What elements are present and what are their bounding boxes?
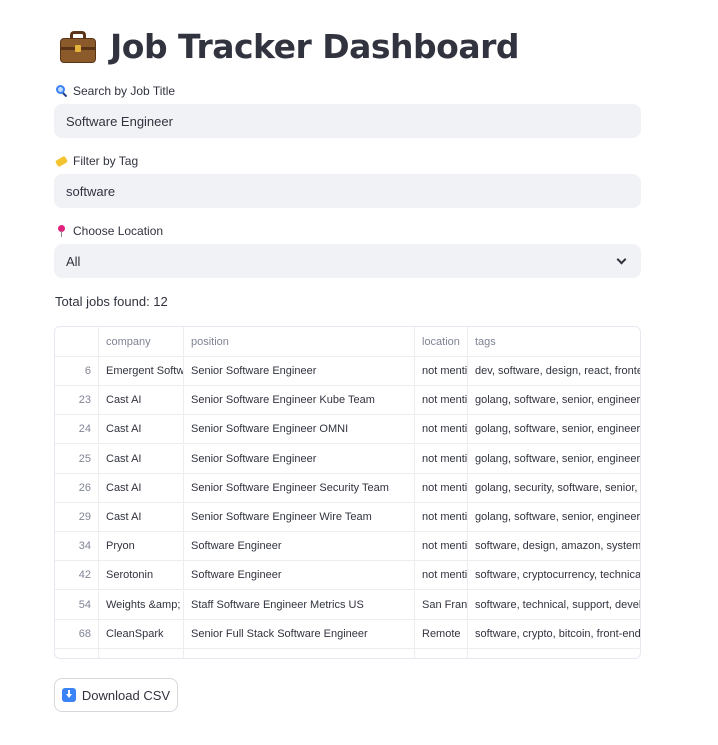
cell-company[interactable]: Cast AI [99,444,184,473]
cell-position[interactable]: Staff Software Engineer Metrics US [184,590,415,619]
table-row[interactable]: 34PryonSoftware Engineernot mentionedsof… [55,532,640,562]
cell-company[interactable]: Pryon [99,532,184,561]
page-header: Job Tracker Dashboard [58,26,520,66]
location-label: Choose Location [56,224,163,238]
table-row[interactable]: 26 Cast AI Senior Software Engineer Securi… [55,473,640,503]
search-label-text: Search by Job Title [73,84,176,98]
cell-index[interactable]: 68 [55,619,99,648]
cell-position[interactable]: Senior Software Engineer Wire Team [184,503,415,531]
cell-company[interactable]: Weights &amp; Biases [99,590,184,619]
location-label-text: Choose Location [73,224,164,238]
cell-company[interactable]: Emergent Software [99,357,184,385]
cell-company[interactable] [99,649,184,658]
table-row[interactable]: 25 Cast AI Senior Software Engineer not men… [55,444,640,474]
cell-location[interactable]: not mentioned [415,357,468,385]
download-icon [61,688,76,702]
cell-position[interactable]: Software Engineer [184,561,415,590]
location-selected-value: All [66,253,81,269]
cell-location[interactable]: San Francisco [415,590,468,619]
cell-tags[interactable] [468,649,640,658]
cell-location[interactable]: not mentioned [415,503,468,531]
cell-position[interactable]: Senior Software Engineer Kube Team [184,386,415,415]
cell-position[interactable] [184,649,415,658]
cell-position[interactable]: Senior Full Stack Software Engineer [184,619,415,648]
cell-index[interactable]: 26 [55,473,99,502]
column-header-location[interactable]: location [415,327,468,356]
cell-tags[interactable]: golang, software, senior, engineer [468,445,640,473]
download-csv-button[interactable]: Download CSV [54,678,178,712]
cell-index[interactable]: 54 [55,590,99,619]
cell-location[interactable]: not mentioned [415,444,468,473]
column-header-index [55,327,99,356]
cell-tags[interactable]: software, technical, support, developer [468,591,640,619]
cell-location[interactable]: not mentioned [415,415,468,444]
tag-filter-input[interactable]: software [54,174,641,208]
table-header-row: company position location tags [55,327,640,357]
cell-position[interactable]: Senior Software Engineer OMNI [184,415,415,444]
cell-company[interactable]: Cast AI [99,473,184,502]
tag-filter-label-text: Filter by Tag [73,154,139,168]
table-row[interactable] [55,649,640,658]
table-row[interactable]: 6Emergent SoftwareSenior Software Engine… [55,357,640,386]
cell-index[interactable]: 42 [55,561,99,590]
table-row[interactable]: 24 Cast AI Senior Software Engineer OMNI no… [55,415,640,445]
search-input-value: Software Engineer [66,113,173,129]
jobs-table[interactable]: company position location tags 6 Emergent… [54,326,641,659]
tag-filter-label: Filter by Tag [54,154,139,168]
cell-position[interactable]: Senior Software Engineer [184,357,415,385]
table-row[interactable]: 54Weights &amp; BiasesStaff Software Eng… [55,590,640,620]
cell-location[interactable]: not mentioned [415,386,468,415]
cell-location[interactable]: not mentioned [415,473,468,502]
table-row[interactable]: 42SerotoninSoftware Engineernot mentione… [55,561,640,591]
cell-position[interactable]: Software Engineer [184,532,415,561]
search-label: Search by Job Title [56,84,175,98]
cell-index[interactable]: 34 [55,532,99,561]
cell-position[interactable]: Senior Software Engineer [184,444,415,473]
download-csv-label: Download CSV [81,687,171,703]
cell-location[interactable]: Remote [415,619,468,648]
cell-tags[interactable]: golang, software, senior, engineer [468,415,640,443]
cell-tags[interactable]: golang, software, senior, engineer [468,503,640,531]
table-row[interactable]: 29 Cast AI Senior Software Engineer Wire T… [55,503,640,532]
chevron-down-icon[interactable] [616,254,627,264]
cell-index[interactable] [55,649,99,658]
column-header-company[interactable]: company [99,327,184,356]
tag-icon [54,155,69,168]
column-header-position[interactable]: position [184,327,415,356]
location-select[interactable]: All [54,244,641,278]
cell-tags[interactable]: golang, software, senior, engineer [468,386,640,414]
cell-index[interactable]: 6 [55,357,99,385]
pin-icon [56,225,68,237]
cell-company[interactable]: Serotonin [99,561,184,590]
cell-index[interactable]: 23 [55,386,99,415]
cell-tags[interactable]: software, crypto, bitcoin, front-end [468,620,640,648]
cell-position[interactable]: Senior Software Engineer Security Team [184,473,415,502]
total-jobs-text: Total jobs found: 12 [55,294,168,309]
cell-location[interactable]: not mentioned [415,532,468,561]
tag-filter-input-value: software [66,183,116,199]
cell-location[interactable] [415,649,468,658]
cell-index[interactable]: 25 [55,444,99,473]
magnifier-icon [56,85,68,98]
table-row[interactable]: 23 Cast AI Senior Software Engineer Kube T… [55,386,640,416]
cell-tags[interactable]: software, design, amazon, system, engine… [468,532,640,560]
cell-location[interactable]: not mentioned [415,561,468,590]
cell-company[interactable]: Cast AI [99,386,184,415]
cell-company[interactable]: Cast AI [99,415,184,444]
cell-index[interactable]: 24 [55,415,99,444]
cell-company[interactable]: CleanSpark [99,619,184,648]
cell-tags[interactable]: software, cryptocurrency, technical, eng… [468,561,640,589]
table-row[interactable]: 68 CleanSpark Senior Full Stack Software E… [55,619,640,649]
column-header-tags[interactable]: tags [468,327,640,356]
cell-index[interactable]: 29 [55,503,99,531]
page-title: Job Tracker Dashboard [110,26,520,66]
briefcase-icon [58,26,98,66]
search-input[interactable]: Software Engineer [54,104,641,138]
cell-tags[interactable]: golang, security, software, senior, engi… [468,474,640,502]
cell-company[interactable]: Cast AI [99,503,184,531]
cell-tags[interactable]: dev, software, design, react, frontend [468,357,640,385]
